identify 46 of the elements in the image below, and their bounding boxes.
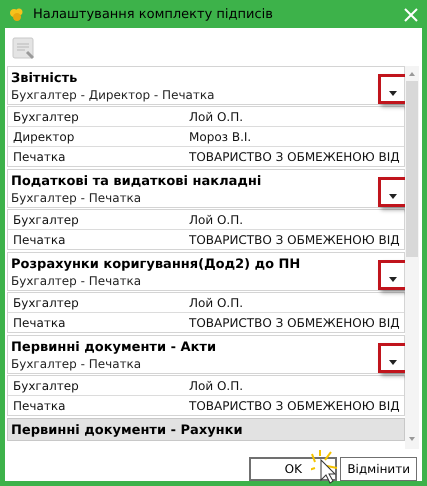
- dialog-button[interactable]: Відмінити: [340, 457, 417, 481]
- role-cell-text: Бухгалтер: [12, 378, 80, 394]
- group-title: Первинні документи - Акти: [11, 339, 216, 356]
- group-header[interactable]: Податкові та видаткові накладні Бухгалтер - Печатка: [7, 169, 405, 208]
- group-subtitle: Бухгалтер - Печатка: [11, 356, 142, 372]
- role-cell-text: Бухгалтер: [12, 108, 80, 126]
- caret-icon: [389, 194, 397, 198]
- group-subtitle: Бухгалтер - Печатка: [11, 273, 142, 289]
- signer-cell-text: ТОВАРИСТВО З ОБМЕЖЕНОЮ ВІД: [189, 314, 400, 332]
- scrollbar[interactable]: [405, 66, 419, 449]
- group-subtitle: Бухгалтер - Печатка: [11, 190, 142, 206]
- role-cell-text: Бухгалтер: [12, 294, 80, 312]
- group-header[interactable]: Звітність Бухгалтер - Директор - Печатка: [7, 66, 405, 105]
- role-cell-text: Директор: [12, 128, 76, 146]
- signer-cell-text: Мороз В.І.: [189, 128, 252, 146]
- caret-icon: [389, 360, 397, 364]
- scroll-down-icon[interactable]: [408, 435, 416, 443]
- signer-cell-text: ТОВАРИСТВО З ОБМЕЖЕНОЮ ВІД: [189, 398, 400, 414]
- role-cell-text: Печатка: [12, 314, 66, 332]
- dialog-button[interactable]: OK: [249, 457, 338, 481]
- group-header[interactable]: Розрахунки коригування(Дод2) до ПН Бухгалтер - Печатка: [7, 252, 405, 291]
- group-title: Податкові та видаткові накладні: [11, 173, 262, 190]
- signer-cell-text: ТОВАРИСТВО З ОБМЕЖЕНОЮ ВІД: [189, 148, 400, 166]
- role-cell-text: Печатка: [12, 148, 66, 166]
- signer-cell-text: ТОВАРИСТВО З ОБМЕЖЕНОЮ ВІД: [189, 232, 400, 248]
- role-cell-text: Печатка: [12, 398, 66, 414]
- group-header[interactable]: Первинні документи - Акти Бухгалтер - Печатка: [7, 335, 405, 374]
- signer-cell-text: Лой О.П.: [189, 378, 244, 394]
- caret-icon: [389, 90, 397, 96]
- role-cell-text: Бухгалтер: [12, 212, 80, 228]
- group-header[interactable]: Первинні документи - Рахунки: [7, 418, 405, 441]
- group-subtitle: Бухгалтер - Директор - Печатка: [11, 87, 214, 103]
- signer-cell-text: Лой О.П.: [189, 212, 244, 228]
- signer-cell-text: Лой О.П.: [189, 108, 244, 126]
- group-title: Розрахунки коригування(Дод2) до ПН: [11, 256, 300, 273]
- close-icon[interactable]: [404, 8, 418, 22]
- signer-cell-text: Лой О.П.: [189, 294, 244, 312]
- caret-icon: [389, 276, 397, 282]
- group-title: Первинні документи - Рахунки: [11, 422, 243, 439]
- scroll-up-icon[interactable]: [408, 70, 416, 78]
- document-search-icon[interactable]: [12, 37, 36, 61]
- scrollbar-thumb[interactable]: [406, 81, 418, 257]
- window-title: Налаштування комплекту підписів: [33, 6, 274, 24]
- group-title: Звітність: [11, 70, 78, 87]
- role-cell-text: Печатка: [12, 232, 66, 248]
- app-logo-icon: [9, 8, 25, 22]
